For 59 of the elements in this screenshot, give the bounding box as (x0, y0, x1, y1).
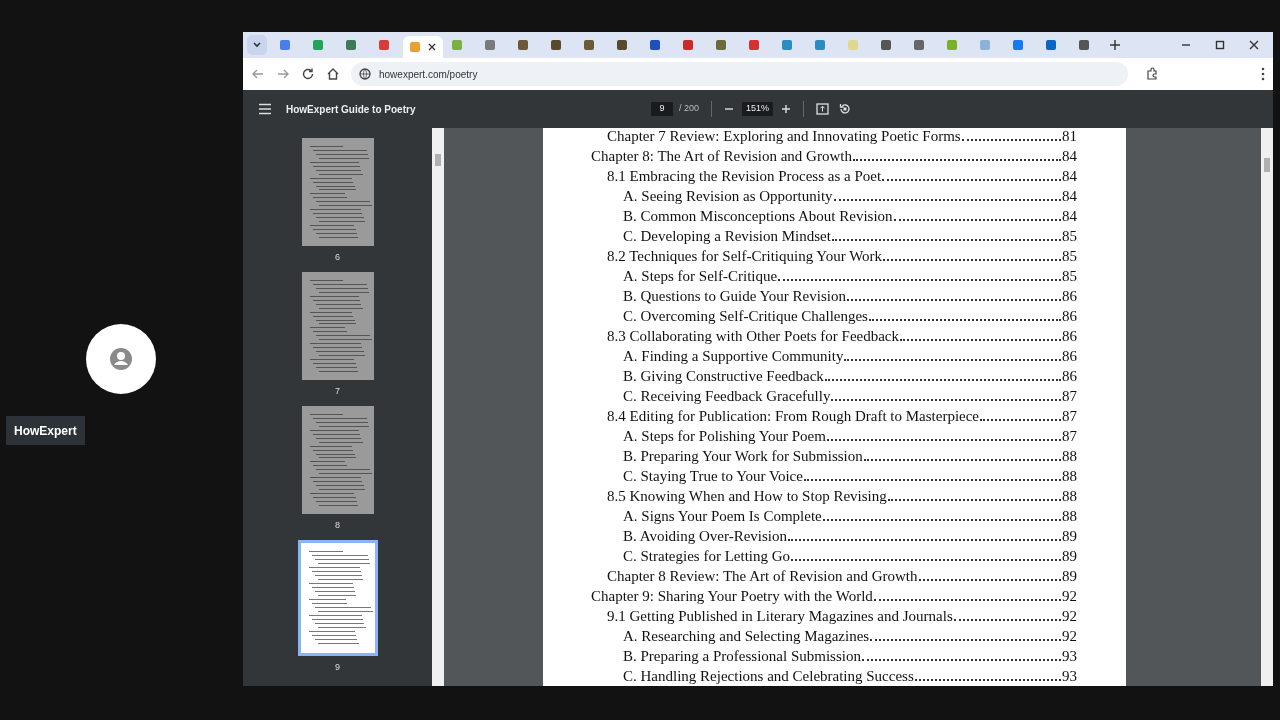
toc-entry[interactable]: 8.1 Embracing the Revision Process as a Poet 84 (591, 166, 1077, 186)
rotate-icon[interactable] (839, 103, 852, 115)
toc-entry[interactable]: C. Staying True to Your Voice 88 (591, 466, 1077, 486)
toc-entry[interactable]: B. Giving Constructive Feedback 86 (591, 366, 1077, 386)
restore-icon[interactable] (1215, 40, 1225, 50)
toc-entry[interactable]: A. Steps for Polishing Your Poem 87 (591, 426, 1077, 446)
toc-entry[interactable]: 8.5 Knowing When and How to Stop Revising 88 (591, 486, 1077, 506)
toc-entry[interactable]: A. Finding a Supportive Community 86 (591, 346, 1077, 366)
site-info-icon[interactable] (359, 68, 371, 80)
close-icon[interactable] (428, 43, 436, 51)
toc-entry[interactable]: Chapter 7 Review: Exploring and Innovating Poetic Forms 81 (591, 128, 1077, 146)
page-label: 9 (335, 662, 340, 672)
menu-icon[interactable] (1261, 67, 1265, 81)
menu-icon[interactable] (258, 103, 272, 115)
toc-entry[interactable]: C. Handling Rejections and Celebrating Success 93 (591, 666, 1077, 686)
zoom-field[interactable]: 151% (742, 102, 774, 116)
zoom-in-icon[interactable] (781, 104, 792, 114)
toc-entry[interactable]: Chapter 9: Sharing Your Poetry with the World 92 (591, 586, 1077, 606)
page-label: 8 (335, 520, 340, 530)
toc-entry[interactable]: C. Overcoming Self-Critique Challenges 86 (591, 306, 1077, 326)
toc-entry[interactable]: A. Steps for Self-Critique 85 (591, 266, 1077, 286)
toc-entry[interactable]: A. Signs Your Poem Is Complete 88 (591, 506, 1077, 526)
participant-name: HowExpert (6, 416, 85, 445)
toc-entry[interactable]: 8.3 Collaborating with Other Poets for Feedback 86 (591, 326, 1077, 346)
page-thumbnail[interactable] (301, 406, 374, 514)
forward-icon[interactable] (276, 67, 290, 81)
page-thumbnail[interactable] (301, 272, 374, 380)
extension-icon[interactable] (1145, 67, 1159, 81)
toc-entry[interactable]: A. Seeing Revision as Opportunity 84 (591, 186, 1077, 206)
toc-entry[interactable]: C. Developing a Revision Mindset 85 (591, 226, 1077, 246)
page-label: 6 (335, 252, 340, 262)
fit-page-icon[interactable] (816, 103, 830, 115)
close-icon[interactable] (1249, 40, 1259, 50)
page-number-field[interactable]: 9 (651, 102, 673, 116)
address-bar[interactable]: howexpert.com/poetry (351, 62, 1128, 86)
home-icon[interactable] (326, 67, 340, 81)
page-total: / 200 (679, 102, 700, 116)
toc-entry[interactable]: 8.4 Editing for Publication: From Rough Draft to Masterpiece 87 (591, 406, 1077, 426)
toc-entry[interactable]: B. Avoiding Over-Revision 89 (591, 526, 1077, 546)
back-icon[interactable] (251, 67, 265, 81)
toc-entry[interactable]: 8.2 Techniques for Self-Critiquing Your Work 85 (591, 246, 1077, 266)
toc-entry[interactable]: B. Preparing Your Work for Submission 88 (591, 446, 1077, 466)
page-thumbnail[interactable] (301, 138, 374, 246)
toc-entry[interactable]: B. Questions to Guide Your Revision 86 (591, 286, 1077, 306)
toc-entry[interactable]: B. Preparing a Professional Submission 93 (591, 646, 1077, 666)
page-thumbnail[interactable] (297, 540, 378, 656)
toc-entry[interactable]: Chapter 8: The Art of Revision and Growth 84 (591, 146, 1077, 166)
person-icon (109, 347, 133, 371)
reload-icon[interactable] (301, 67, 315, 81)
new-tab-icon[interactable] (1109, 39, 1121, 51)
toc-entry[interactable]: A. Researching and Selecting Magazines 92 (591, 626, 1077, 646)
toc-entry[interactable]: Chapter 8 Review: The Art of Revision and Growth 89 (591, 566, 1077, 586)
toc-entry[interactable]: C. Receiving Feedback Gracefully 87 (591, 386, 1077, 406)
document-title: HowExpert Guide to Poetry (286, 102, 417, 117)
tab-search-icon[interactable] (247, 35, 267, 55)
toc-entry[interactable]: 9.1 Getting Published in Literary Magazines and Journals 92 (591, 606, 1077, 626)
page-label: 7 (335, 386, 340, 396)
toc-entry[interactable]: C. Strategies for Letting Go 89 (591, 546, 1077, 566)
toc-entry[interactable]: B. Common Misconceptions About Revision 84 (591, 206, 1077, 226)
